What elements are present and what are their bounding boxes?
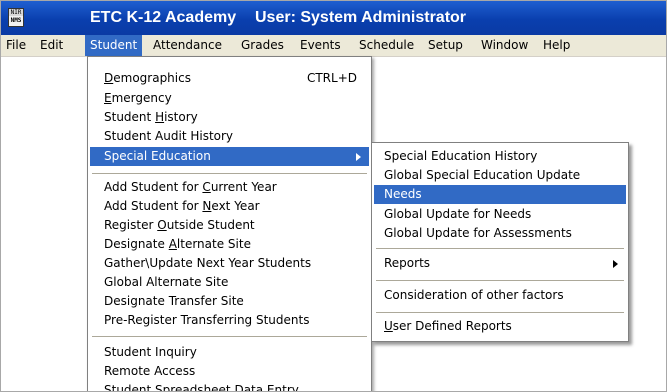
menu-attendance[interactable]: Attendance bbox=[148, 35, 227, 56]
menu-item-global-update-needs[interactable]: Global Update for Needs bbox=[374, 205, 626, 224]
menu-item-designate-alternate-site[interactable]: Designate Alternate Site bbox=[90, 235, 369, 254]
menu-item-global-update-assessments[interactable]: Global Update for Assessments bbox=[374, 224, 626, 243]
menu-file[interactable]: File bbox=[1, 35, 31, 56]
menu-schedule[interactable]: Schedule bbox=[354, 35, 419, 56]
menu-bar: File Edit Student Attendance Grades Even… bbox=[1, 35, 666, 57]
menu-events[interactable]: Events bbox=[295, 35, 346, 56]
menu-help[interactable]: Help bbox=[538, 35, 575, 56]
app-title: ETC K-12 Academy bbox=[90, 9, 237, 26]
menu-item-add-student-current-year[interactable]: Add Student for Current Year bbox=[90, 178, 369, 197]
menu-item-register-outside-student[interactable]: Register Outside Student bbox=[90, 216, 369, 235]
menu-separator bbox=[376, 280, 624, 281]
menu-item-student-inquiry[interactable]: Student Inquiry bbox=[90, 343, 369, 362]
menu-edit[interactable]: Edit bbox=[35, 35, 68, 56]
menu-item-remote-access[interactable]: Remote Access bbox=[90, 362, 369, 381]
menu-item-consideration-other-factors[interactable]: Consideration of other factors bbox=[374, 286, 626, 305]
menu-item-special-education-history[interactable]: Special Education History bbox=[374, 147, 626, 166]
menu-setup[interactable]: Setup bbox=[423, 35, 468, 56]
menu-separator bbox=[376, 312, 624, 313]
application-window: NIR NMS ETC K-12 Academy User: System Ad… bbox=[0, 0, 667, 392]
submenu-arrow-icon bbox=[613, 260, 618, 268]
shortcut-label: CTRL+D bbox=[306, 71, 357, 85]
menu-item-add-student-next-year[interactable]: Add Student for Next Year bbox=[90, 197, 369, 216]
menu-item-student-spreadsheet[interactable]: Student Spreadsheet Data Entry bbox=[90, 381, 369, 391]
menu-item-student-history[interactable]: Student History bbox=[90, 108, 369, 127]
app-logo-icon: NIR NMS bbox=[8, 8, 24, 27]
special-education-submenu: Special Education History Global Special… bbox=[371, 142, 629, 342]
menu-item-designate-transfer-site[interactable]: Designate Transfer Site bbox=[90, 292, 369, 311]
menu-separator bbox=[92, 336, 367, 337]
menu-item-global-special-education-update[interactable]: Global Special Education Update bbox=[374, 166, 626, 185]
menu-item-reports[interactable]: Reports bbox=[374, 254, 626, 273]
menu-separator bbox=[376, 248, 624, 249]
menu-item-user-defined-reports[interactable]: User Defined Reports bbox=[374, 317, 626, 336]
menu-student[interactable]: Student bbox=[85, 35, 143, 56]
menu-item-global-alternate-site[interactable]: Global Alternate Site bbox=[90, 273, 369, 292]
menu-grades[interactable]: Grades bbox=[236, 35, 289, 56]
menu-item-student-audit-history[interactable]: Student Audit History bbox=[90, 127, 369, 146]
title-bar: NIR NMS ETC K-12 Academy User: System Ad… bbox=[1, 1, 666, 35]
student-menu-dropdown: Demographics CTRL+D Emergency Student His… bbox=[87, 56, 372, 391]
submenu-arrow-icon bbox=[356, 153, 361, 161]
menu-item-needs[interactable]: Needs bbox=[374, 185, 626, 204]
menu-item-pre-register-transferring[interactable]: Pre-Register Transferring Students bbox=[90, 311, 369, 330]
menu-separator bbox=[92, 173, 367, 174]
menu-item-demographics[interactable]: Demographics CTRL+D bbox=[90, 69, 369, 88]
user-label: User: System Administrator bbox=[255, 9, 467, 26]
menu-item-special-education[interactable]: Special Education bbox=[90, 147, 369, 166]
menu-item-gather-update-next-year[interactable]: Gather\Update Next Year Students bbox=[90, 254, 369, 273]
menu-window[interactable]: Window bbox=[476, 35, 533, 56]
menu-item-emergency[interactable]: Emergency bbox=[90, 89, 369, 108]
